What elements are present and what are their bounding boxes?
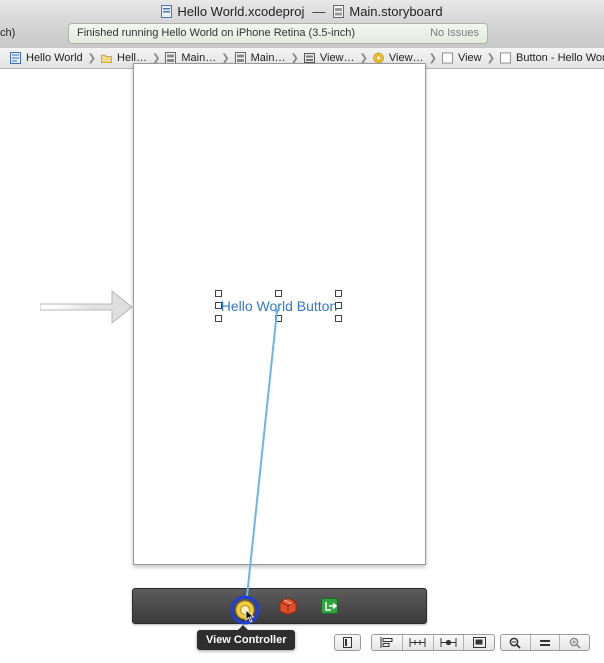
scheme-selector[interactable]: ch) [0,27,15,39]
toolbar: ch) Finished running Hello World on iPho… [0,22,604,49]
pin-icon [409,638,426,647]
breadcrumb-label: Hello World [26,52,83,64]
chevron-right-icon: ❯ [87,52,97,64]
title-bar: Hello World.xcodeproj — Main.storyboard [0,0,604,22]
breadcrumb-project[interactable]: Hello World ❯ [10,52,96,64]
breadcrumb-button[interactable]: Button - Hello World Butt [500,52,604,64]
resolve-icon [440,638,457,647]
view-icon [441,52,453,64]
project-icon [10,52,21,64]
align-icon [380,637,393,648]
chevron-right-icon: ❯ [221,52,230,64]
chevron-right-icon: ❯ [359,52,368,64]
breadcrumb-label: View [457,52,482,64]
button-icon [500,52,511,64]
project-title: Hello World.xcodeproj [177,3,305,19]
project-file-icon [161,4,173,18]
xcode-window: Hello World.xcodeproj — Main.storyboard … [0,0,604,663]
breadcrumb-label: Button - Hello World Butt [516,52,604,64]
title-separator: — [312,3,326,19]
zoom-controls [500,634,590,651]
chevron-right-icon: ❯ [152,52,161,64]
dock-tooltip: View Controller [197,625,296,650]
storyboard-file-icon [333,4,345,18]
resize-icon [472,637,486,648]
document-outline-toggle[interactable] [334,634,361,651]
folder-icon [101,54,113,64]
sidebar-toggle-icon [343,637,352,648]
resolve-issues-button[interactable] [432,635,464,650]
chevron-right-icon: ❯ [428,52,437,64]
resizing-behavior-button[interactable] [463,635,494,650]
layout-controls [371,634,495,651]
chevron-right-icon: ❯ [486,52,495,64]
zoom-out-button[interactable] [501,635,530,650]
activity-status: Finished running Hello World on iPhone R… [77,27,356,39]
storyboard-canvas[interactable]: Hello World Button View Controller [0,63,604,663]
connection-line [246,309,279,597]
zoom-reset-button[interactable] [529,635,560,650]
zoom-out-icon [509,637,521,649]
equals-icon [540,639,550,646]
zoom-in-button[interactable] [559,635,589,650]
align-button[interactable] [372,635,402,650]
breadcrumb-view[interactable]: View ❯ [441,52,495,64]
chevron-right-icon: ❯ [290,52,299,64]
pin-button[interactable] [401,635,433,650]
zoom-in-icon [569,637,581,649]
activity-viewer: Finished running Hello World on iPhone R… [68,23,488,44]
issues-indicator[interactable]: No Issues [430,27,479,39]
file-title: Main.storyboard [349,3,443,19]
